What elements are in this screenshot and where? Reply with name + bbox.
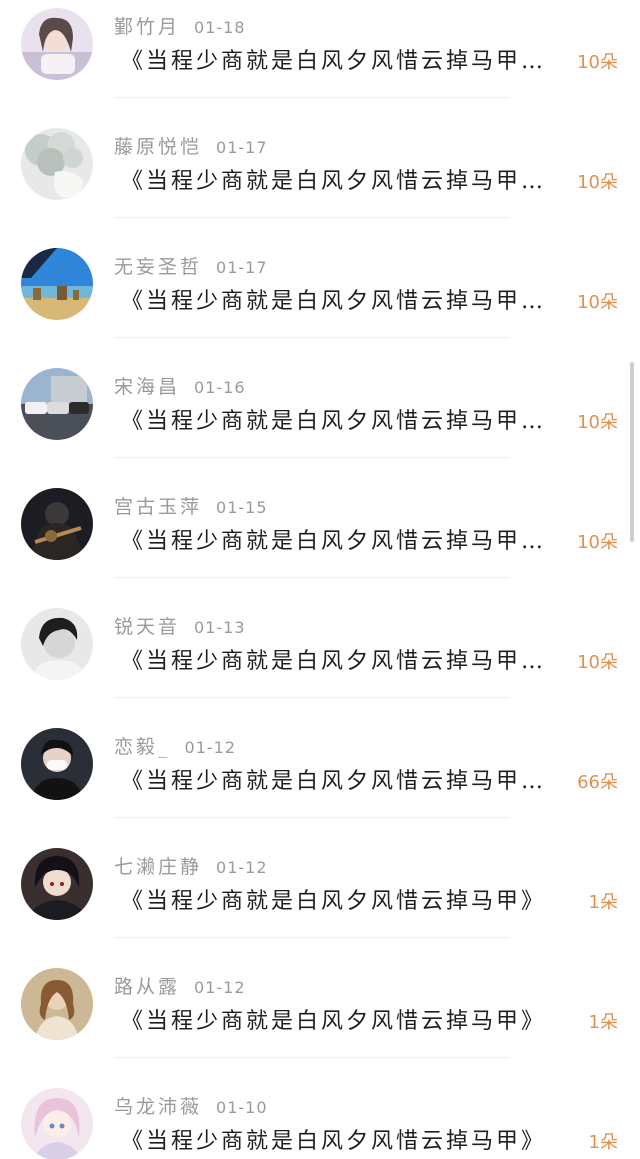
- list-item[interactable]: 鄞竹月 01-18 《当程少商就是白风夕风惜云掉马甲… 10朵: [0, 0, 640, 98]
- gift-date: 01-16: [194, 378, 246, 397]
- gift-date: 01-10: [216, 1098, 268, 1117]
- list-item[interactable]: 无妄圣哲 01-17 《当程少商就是白风夕风惜云掉马甲… 10朵: [0, 218, 640, 338]
- flower-count: 1朵: [588, 1012, 618, 1033]
- flower-count: 10朵: [577, 532, 618, 553]
- gift-date: 01-17: [216, 138, 268, 157]
- user-name[interactable]: 宋海昌: [114, 376, 180, 398]
- list-item[interactable]: 恋毅_ 01-12 《当程少商就是白风夕风惜云掉马甲… 66朵: [0, 698, 640, 818]
- item-meta: 乌龙沛薇 01-10: [114, 1092, 268, 1118]
- item-meta: 锐天音 01-13: [114, 612, 246, 638]
- user-name[interactable]: 路从露: [114, 976, 180, 998]
- scrollbar[interactable]: [630, 362, 634, 542]
- list-item[interactable]: 乌龙沛薇 01-10 《当程少商就是白风夕风惜云掉马甲》 1朵: [0, 1058, 640, 1159]
- list-item[interactable]: 路从露 01-12 《当程少商就是白风夕风惜云掉马甲》 1朵: [0, 938, 640, 1058]
- book-title[interactable]: 《当程少商就是白风夕风惜云掉马甲…: [121, 523, 577, 557]
- gift-date: 01-17: [216, 258, 268, 277]
- flower-count: 1朵: [588, 1132, 618, 1153]
- user-name[interactable]: 无妄圣哲: [114, 256, 202, 278]
- avatar-masked-boy-icon[interactable]: [21, 728, 93, 800]
- list-item[interactable]: 宫古玉萍 01-15 《当程少商就是白风夕风惜云掉马甲… 10朵: [0, 458, 640, 578]
- flower-count: 10朵: [577, 412, 618, 433]
- user-name[interactable]: 藤原悦恺: [114, 136, 202, 158]
- gift-date: 01-12: [216, 858, 268, 877]
- gift-date: 01-15: [216, 498, 268, 517]
- user-name[interactable]: 锐天音: [114, 616, 180, 638]
- list-item[interactable]: 宋海昌 01-16 《当程少商就是白风夕风惜云掉马甲… 10朵: [0, 338, 640, 458]
- avatar-cars-showroom-icon[interactable]: [21, 368, 93, 440]
- item-meta: 藤原悦恺 01-17: [114, 132, 268, 158]
- book-title[interactable]: 《当程少商就是白风夕风惜云掉马甲…: [121, 763, 577, 797]
- flower-count: 10朵: [577, 52, 618, 73]
- avatar-flowers-vase-icon[interactable]: [21, 128, 93, 200]
- flower-count: 10朵: [577, 292, 618, 313]
- flower-count: 1朵: [588, 892, 618, 913]
- book-title[interactable]: 《当程少商就是白风夕风惜云掉马甲》: [121, 1123, 577, 1157]
- user-name[interactable]: 乌龙沛薇: [114, 1096, 202, 1118]
- item-meta: 路从露 01-12: [114, 972, 246, 998]
- avatar-dark-warrior-icon[interactable]: [21, 488, 93, 560]
- book-title[interactable]: 《当程少商就是白风夕风惜云掉马甲…: [121, 643, 577, 677]
- list-item[interactable]: 七濑庄静 01-12 《当程少商就是白风夕风惜云掉马甲》 1朵: [0, 818, 640, 938]
- gift-date: 01-12: [184, 738, 237, 757]
- item-meta: 宫古玉萍 01-15: [114, 492, 268, 518]
- user-name[interactable]: 鄞竹月: [114, 16, 180, 38]
- gift-record-list: 鄞竹月 01-18 《当程少商就是白风夕风惜云掉马甲… 10朵 藤原悦恺 01-17…: [0, 0, 640, 1159]
- flower-count: 66朵: [577, 772, 618, 793]
- flower-count: 10朵: [577, 172, 618, 193]
- item-meta: 恋毅_ 01-12: [114, 732, 236, 758]
- user-name[interactable]: 七濑庄静: [114, 856, 202, 878]
- item-meta: 七濑庄静 01-12: [114, 852, 268, 878]
- item-meta: 宋海昌 01-16: [114, 372, 246, 398]
- book-title[interactable]: 《当程少商就是白风夕风惜云掉马甲》: [121, 1003, 577, 1037]
- gift-date: 01-18: [194, 18, 246, 37]
- book-title[interactable]: 《当程少商就是白风夕风惜云掉马甲…: [121, 403, 577, 437]
- book-title[interactable]: 《当程少商就是白风夕风惜云掉马甲…: [121, 163, 577, 197]
- user-name[interactable]: 恋毅_: [114, 736, 171, 758]
- avatar-seaside-rocks-icon[interactable]: [21, 248, 93, 320]
- avatar-vintage-lady-icon[interactable]: [21, 968, 93, 1040]
- book-title[interactable]: 《当程少商就是白风夕风惜云掉马甲…: [121, 283, 577, 317]
- list-item[interactable]: 藤原悦恺 01-17 《当程少商就是白风夕风惜云掉马甲… 10朵: [0, 98, 640, 218]
- gift-date: 01-13: [194, 618, 246, 637]
- item-meta: 鄞竹月 01-18: [114, 12, 246, 38]
- item-meta: 无妄圣哲 01-17: [114, 252, 268, 278]
- avatar-girl-doll-icon[interactable]: [21, 8, 93, 80]
- list-item[interactable]: 锐天音 01-13 《当程少商就是白风夕风惜云掉马甲… 10朵: [0, 578, 640, 698]
- avatar-bw-portrait-icon[interactable]: [21, 608, 93, 680]
- avatar-anime-dark-hair-icon[interactable]: [21, 848, 93, 920]
- user-name[interactable]: 宫古玉萍: [114, 496, 202, 518]
- book-title[interactable]: 《当程少商就是白风夕风惜云掉马甲》: [121, 883, 577, 917]
- flower-count: 10朵: [577, 652, 618, 673]
- book-title[interactable]: 《当程少商就是白风夕风惜云掉马甲…: [121, 43, 577, 77]
- gift-date: 01-12: [194, 978, 246, 997]
- avatar-anime-pink-hair-icon[interactable]: [21, 1088, 93, 1159]
